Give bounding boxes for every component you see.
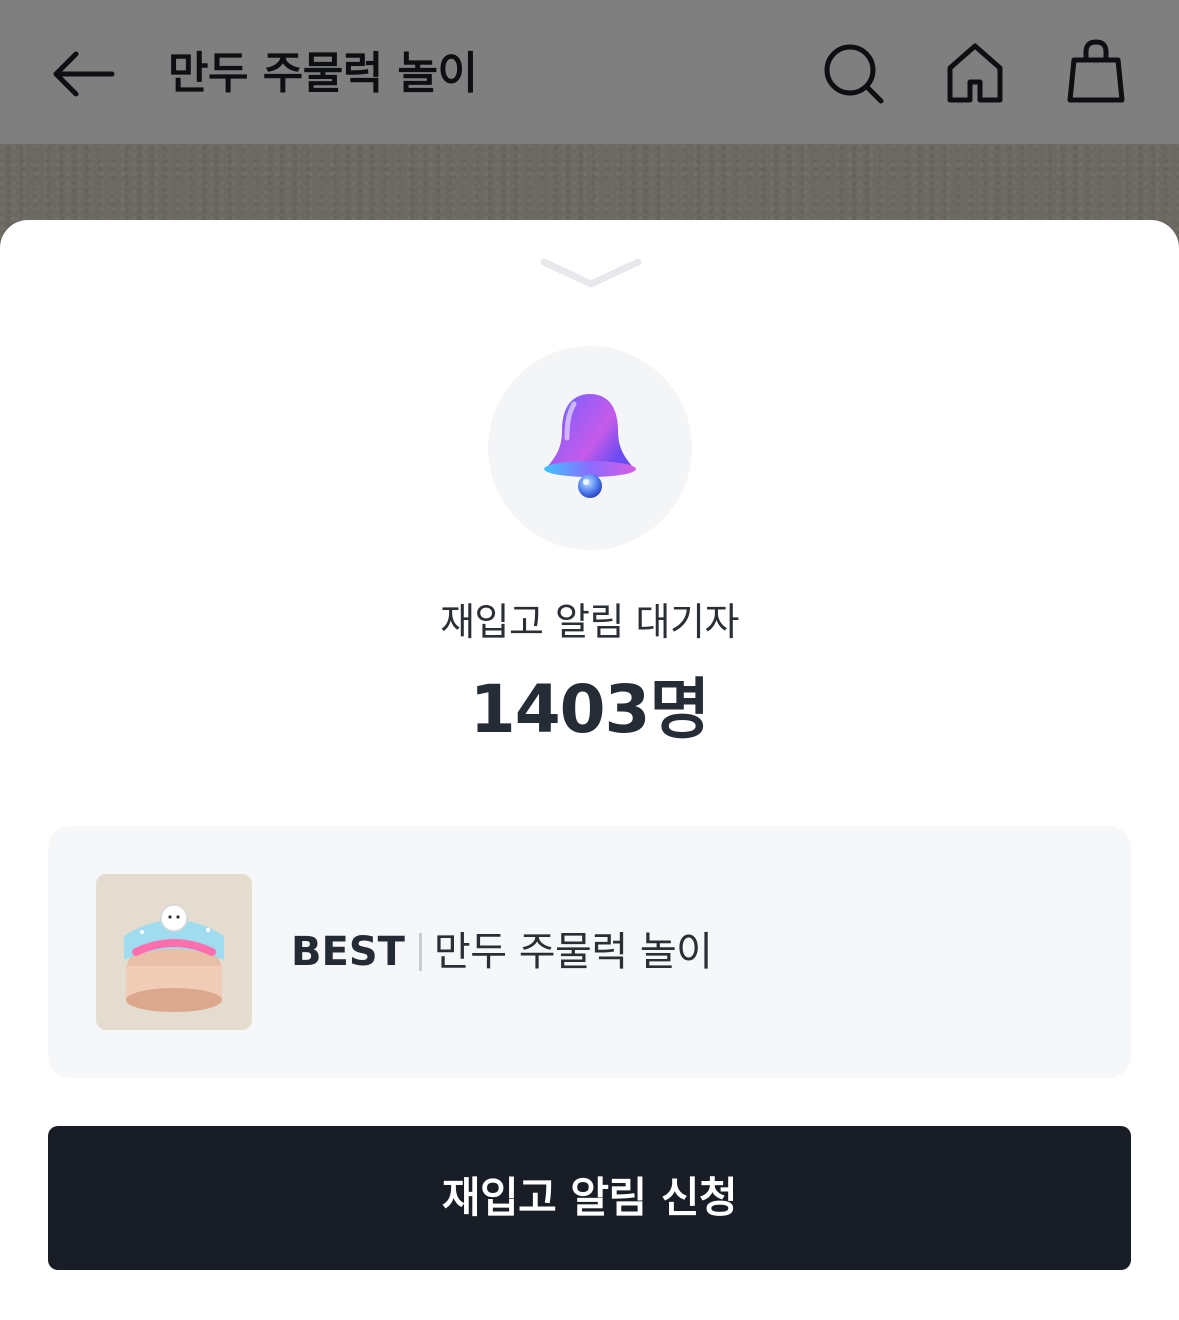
product-title-line: BEST 만두 주물럭 놀이 xyxy=(291,922,713,982)
best-badge: BEST xyxy=(291,929,405,975)
badge-divider xyxy=(418,933,422,971)
product-name: 만두 주물럭 놀이 xyxy=(433,929,713,975)
waiting-count-value: 1403명 xyxy=(469,671,710,748)
bell-icon xyxy=(534,390,646,508)
waiting-count-label: 재입고 알림 대기자 xyxy=(440,600,739,644)
bell-icon-container xyxy=(488,346,692,550)
product-thumbnail xyxy=(96,874,252,1030)
chevron-down-icon[interactable] xyxy=(540,256,642,292)
restock-alert-request-button[interactable]: 재입고 알림 신청 xyxy=(48,1126,1131,1270)
restock-alert-sheet: 재입고 알림 대기자 1403명 BEST 만두 주물럭 놀이 재입고 알림 신청 xyxy=(0,220,1179,1320)
product-summary-card: BEST 만두 주물럭 놀이 xyxy=(48,826,1131,1078)
